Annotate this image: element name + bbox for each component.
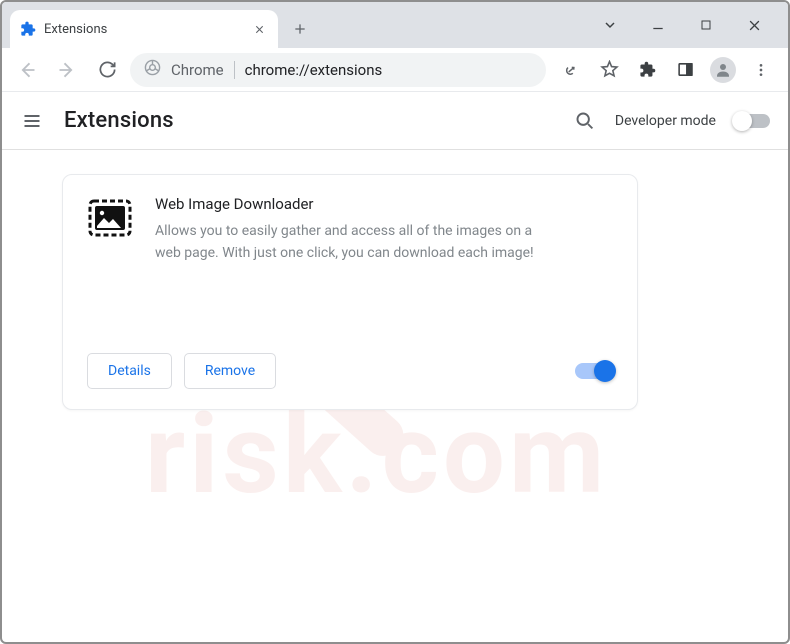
chrome-icon	[144, 59, 161, 80]
page-title: Extensions	[64, 108, 174, 133]
window-titlebar: Extensions	[2, 2, 788, 48]
window-controls	[598, 2, 782, 48]
extensions-button[interactable]	[632, 55, 662, 85]
minimize-button[interactable]	[646, 13, 670, 37]
omnibox-prefix: Chrome	[171, 61, 224, 79]
bookmark-button[interactable]	[594, 55, 624, 85]
reload-button[interactable]	[90, 53, 124, 87]
new-tab-button[interactable]	[286, 15, 314, 43]
forward-button[interactable]	[50, 53, 84, 87]
extension-enable-toggle[interactable]	[575, 363, 613, 379]
developer-mode-label: Developer mode	[615, 113, 716, 129]
hamburger-menu-button[interactable]	[20, 109, 44, 133]
back-button[interactable]	[10, 53, 44, 87]
extensions-list: Web Image Downloader Allows you to easil…	[2, 150, 788, 410]
tab-search-button[interactable]	[598, 13, 622, 37]
remove-button[interactable]: Remove	[184, 353, 276, 389]
browser-tab[interactable]: Extensions	[10, 10, 278, 48]
developer-mode-toggle[interactable]	[734, 114, 770, 128]
toggle-knob	[594, 360, 616, 382]
address-bar[interactable]: Chrome chrome://extensions	[130, 53, 546, 87]
close-window-button[interactable]	[742, 13, 766, 37]
close-tab-button[interactable]	[250, 20, 268, 38]
puzzle-icon	[20, 21, 36, 37]
tab-title: Extensions	[44, 22, 242, 37]
extension-card: Web Image Downloader Allows you to easil…	[62, 174, 638, 410]
share-button[interactable]	[556, 55, 586, 85]
menu-button[interactable]	[746, 55, 776, 85]
avatar-icon	[710, 57, 736, 83]
details-button[interactable]: Details	[87, 353, 172, 389]
maximize-button[interactable]	[694, 13, 718, 37]
extension-icon	[87, 195, 133, 241]
extension-description: Allows you to easily gather and access a…	[155, 221, 535, 264]
search-button[interactable]	[573, 109, 597, 133]
side-panel-button[interactable]	[670, 55, 700, 85]
extension-name: Web Image Downloader	[155, 195, 613, 213]
omnibox-url: chrome://extensions	[245, 61, 383, 79]
profile-button[interactable]	[708, 55, 738, 85]
toggle-knob	[732, 111, 752, 131]
browser-toolbar: Chrome chrome://extensions	[2, 48, 788, 92]
omnibox-divider	[234, 61, 235, 79]
extensions-header: Extensions Developer mode	[2, 92, 788, 150]
